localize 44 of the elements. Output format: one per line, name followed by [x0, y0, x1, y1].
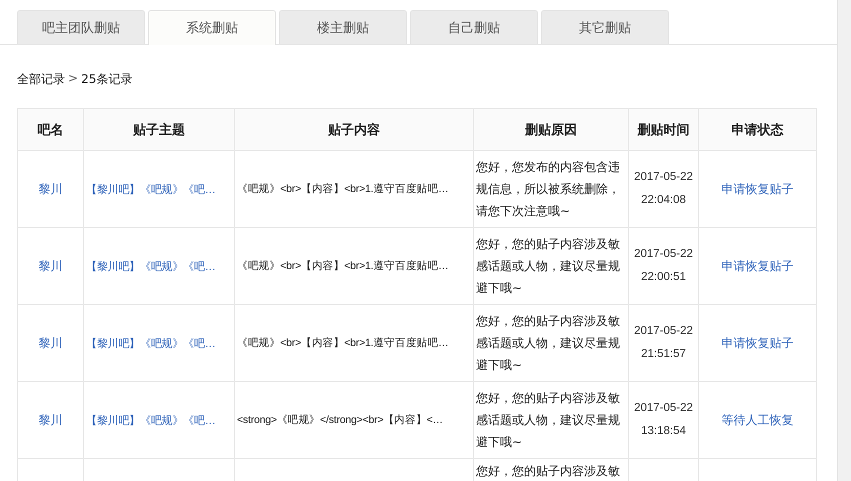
delete-date: 2017-05-22	[633, 401, 694, 416]
tab[interactable]: 吧主团队删贴	[17, 10, 145, 44]
delete-time: 21:51:57	[640, 347, 687, 362]
delete-date: 2017-05-22	[633, 170, 694, 185]
breadcrumb-separator: >	[68, 71, 78, 87]
forum-link[interactable]: 黎川	[38, 258, 62, 272]
status-link[interactable]: 申请恢复贴子	[722, 258, 794, 272]
delete-reason: 您好，您发布的内容包含违规信息，所以被系统删除，请您下次注意哦~	[476, 159, 621, 220]
topic-link[interactable]: 【黎川吧】《吧规》《吧…	[86, 336, 232, 350]
column-header: 申请状态	[698, 108, 816, 150]
column-header: 贴子主题	[84, 108, 234, 150]
status-link[interactable]: 申请恢复贴子	[722, 182, 794, 196]
column-header: 删贴原因	[474, 108, 628, 150]
column-header: 删贴时间	[628, 108, 698, 150]
breadcrumb-link[interactable]: 全部记录	[17, 71, 65, 88]
record-count: 25条记录	[81, 71, 132, 88]
post-content: 《吧规》<br>【内容】<br>1.遵守百度贴吧…	[237, 336, 450, 350]
forum-link[interactable]: 黎川	[38, 336, 62, 350]
status-link[interactable]: 等待人工恢复	[722, 412, 794, 426]
scrollbar[interactable]	[837, 0, 851, 481]
delete-reason: 您好，您的贴子内容涉及敏感话题或人物，建议尽量规避下哦~	[476, 313, 621, 374]
delete-date: 2017-05-22	[633, 247, 694, 262]
column-header: 贴子内容	[234, 108, 474, 150]
delete-time: 13:18:54	[640, 424, 687, 439]
column-header: 吧名	[18, 108, 84, 150]
topic-link[interactable]: 【黎川吧】《吧规》《吧…	[86, 182, 232, 196]
delete-date: 2017-05-22	[633, 324, 694, 339]
delete-reason: 您好，您的贴子内容涉及敏感话题或人物，建议尽量规避下哦~	[476, 390, 621, 451]
tab[interactable]: 系统删贴	[148, 10, 276, 45]
delete-time: 22:04:08	[640, 193, 687, 208]
topic-link[interactable]: 【黎川吧】《吧规》《吧…	[86, 258, 232, 274]
post-content: 《吧规》<br>【内容】<br>1.遵守百度贴吧…	[237, 259, 450, 273]
delete-reason: 您好，您的贴子内容涉及敏感话题或人物，建议尽量规避下哦~	[476, 236, 621, 297]
forum-link[interactable]: 黎川	[38, 412, 62, 426]
forum-link[interactable]: 黎川	[38, 182, 62, 196]
tab[interactable]: 其它删贴	[541, 10, 669, 44]
post-content: 《吧规》<br>【内容】<br>1.遵守百度贴吧…	[237, 182, 450, 196]
topic-link[interactable]: 【黎川吧】《吧规》《吧…	[86, 412, 232, 428]
delete-reason: 您好，您的贴子内容涉及敏	[476, 463, 621, 480]
tab[interactable]: 自己删贴	[410, 10, 538, 44]
tab[interactable]: 楼主删贴	[279, 10, 407, 44]
delete-time: 22:00:51	[640, 270, 687, 285]
status-link[interactable]: 申请恢复贴子	[722, 336, 794, 350]
post-content: <strong>《吧规》</strong><br>【内容】<…	[237, 413, 444, 427]
